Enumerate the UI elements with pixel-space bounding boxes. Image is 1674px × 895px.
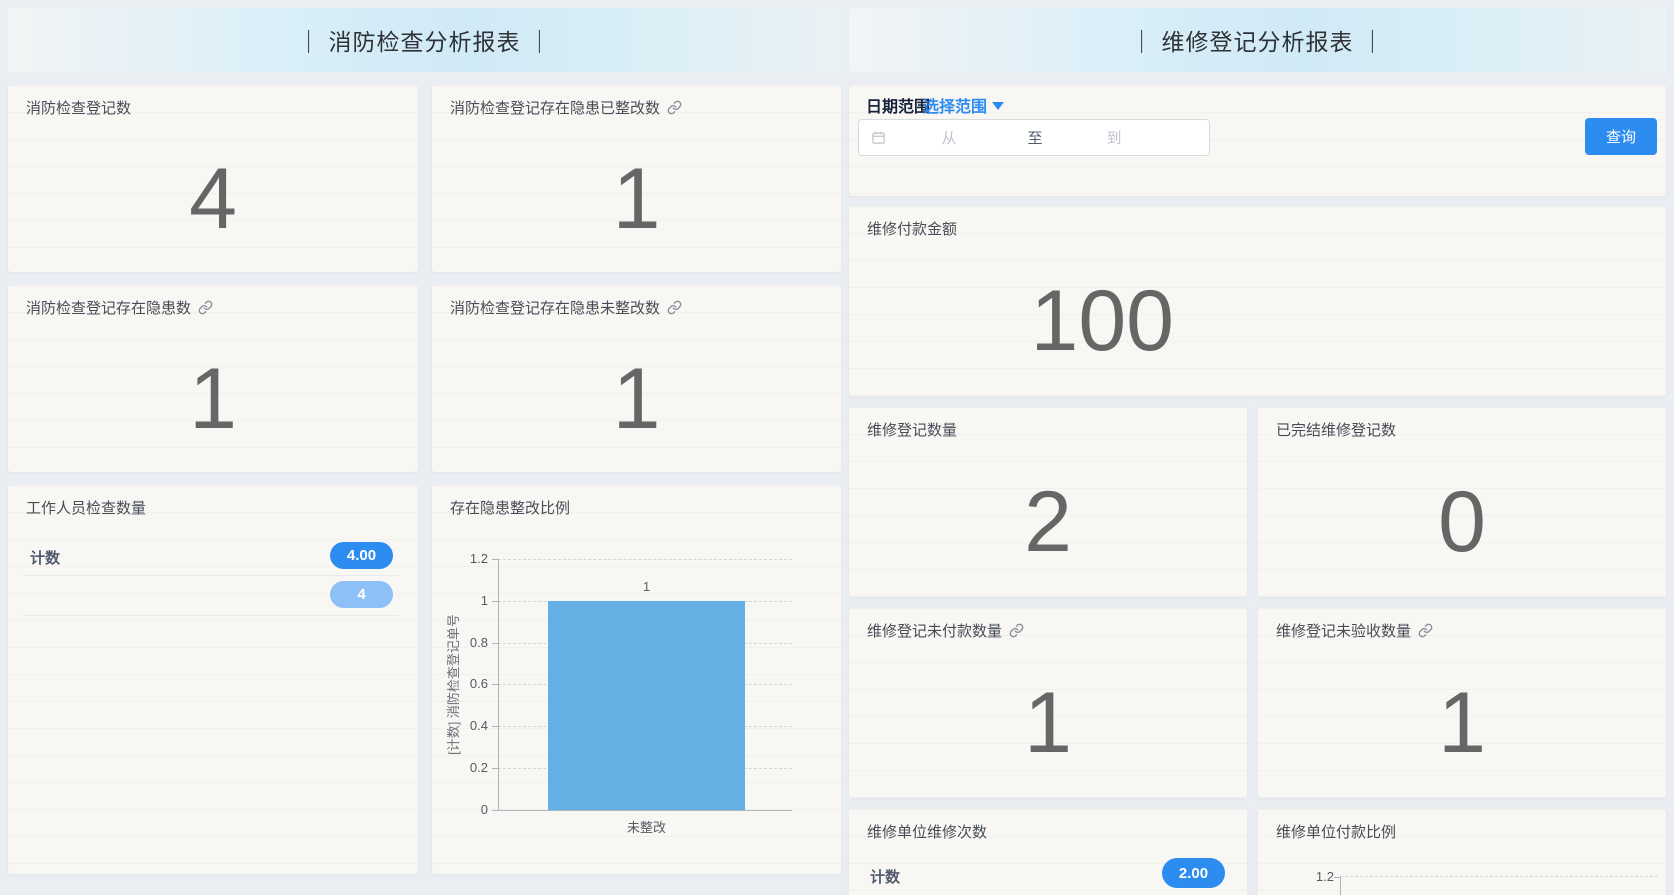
calendar-icon <box>871 130 886 150</box>
unaccepted-repair-count-value: 1 <box>1258 648 1666 798</box>
tick-mark <box>492 726 498 727</box>
fire-report-title: ｜ 消防检查分析报表 ｜ <box>297 23 552 57</box>
date-range-label: 日期范围 <box>866 93 930 117</box>
link-icon[interactable] <box>1009 623 1024 638</box>
completed-repair-count-card: 已完结维修登记数 0 <box>1258 407 1666 597</box>
dashboard: ｜ 消防检查分析报表 ｜ 消防检查登记数 4 消防检查登记存在隐患已整改数 1 … <box>0 0 1674 895</box>
card-title: 维修单位维修次数 <box>867 821 987 842</box>
repair-registration-count-value: 2 <box>849 447 1247 597</box>
tick-mark <box>492 643 498 644</box>
link-icon[interactable] <box>198 300 213 315</box>
y-tick: 1.2 <box>1290 868 1334 886</box>
y-axis <box>498 559 499 811</box>
count-badge: 2.00 <box>1162 858 1225 888</box>
repair-report-header: ｜ 维修登记分析报表 ｜ <box>849 8 1666 72</box>
card-title: 维修登记数量 <box>867 419 957 440</box>
select-range-link[interactable]: 选择范围 <box>923 93 1004 117</box>
y-tick: 0.8 <box>444 634 488 652</box>
y-tick: 1 <box>444 592 488 610</box>
link-icon[interactable] <box>1418 623 1433 638</box>
row-divider <box>22 615 398 616</box>
y-tick: 1.2 <box>444 550 488 568</box>
date-range-input[interactable]: 从 至 到 <box>858 119 1210 156</box>
repair-unit-payment-ratio-card: 维修单位付款比例 1.2 <box>1258 809 1666 895</box>
card-title: 工作人员检查数量 <box>26 497 146 518</box>
hazard-unfixed-count-value: 1 <box>432 325 841 472</box>
repair-registration-count-card: 维修登记数量 2 <box>849 407 1247 597</box>
hazard-count-card: 消防检查登记存在隐患数 1 <box>8 285 418 472</box>
staff-check-count-card: 工作人员检查数量 计数 4.00 4 <box>8 485 418 874</box>
y-tick: 0 <box>444 801 488 819</box>
hazard-unfixed-count-card: 消防检查登记存在隐患未整改数 1 <box>432 285 841 472</box>
card-title: 维修登记未验收数量 <box>1276 620 1433 641</box>
date-separator: 至 <box>1005 120 1065 155</box>
card-title: 消防检查登记存在隐患数 <box>26 297 213 318</box>
unpaid-repair-count-value: 1 <box>849 648 1247 798</box>
repair-payment-amount-card: 维修付款金额 100 <box>849 206 1666 396</box>
hazard-fixed-count-value: 1 <box>432 125 841 272</box>
repair-payment-amount-value: 100 <box>849 246 1356 396</box>
tick-mark <box>492 601 498 602</box>
card-title: 已完结维修登记数 <box>1276 419 1396 440</box>
date-filter-card: 日期范围 选择范围 从 至 到 查询 <box>849 85 1666 196</box>
y-axis <box>1340 877 1341 895</box>
count-badge: 4.00 <box>330 542 393 569</box>
hazard-ratio-chart-card: 存在隐患整改比例 [计数] 消防检查登记单号 1.2 1 0.8 0.6 0.4… <box>432 485 841 874</box>
fire-inspection-count-value: 4 <box>8 125 418 272</box>
y-tick: 0.6 <box>444 675 488 693</box>
chevron-down-icon <box>992 102 1004 110</box>
bar-unfixed <box>548 601 745 810</box>
chart-title: 维修单位付款比例 <box>1276 821 1396 842</box>
unaccepted-repair-count-card: 维修登记未验收数量 1 <box>1258 608 1666 798</box>
gridline <box>498 559 792 560</box>
date-to-placeholder: 到 <box>1084 120 1144 155</box>
link-icon[interactable] <box>667 300 682 315</box>
tick-mark <box>492 768 498 769</box>
search-button[interactable]: 查询 <box>1585 118 1657 155</box>
date-from-placeholder: 从 <box>919 120 979 155</box>
repair-report-title: ｜ 维修登记分析报表 ｜ <box>1130 23 1385 57</box>
hazard-fixed-count-card: 消防检查登记存在隐患已整改数 1 <box>432 85 841 272</box>
link-icon[interactable] <box>667 100 682 115</box>
card-title: 维修付款金额 <box>867 218 957 239</box>
repair-unit-count-card: 维修单位维修次数 计数 2.00 <box>849 809 1247 895</box>
row-divider <box>22 575 398 576</box>
tick-mark <box>492 559 498 560</box>
hazard-count-value: 1 <box>8 325 418 472</box>
fire-report-header: ｜ 消防检查分析报表 ｜ <box>8 8 841 72</box>
x-axis <box>498 810 792 811</box>
chart-title: 存在隐患整改比例 <box>450 497 570 518</box>
completed-repair-count-value: 0 <box>1258 447 1666 597</box>
count-row-label: 计数 <box>30 547 60 568</box>
count-badge-secondary: 4 <box>330 581 393 608</box>
unpaid-repair-count-card: 维修登记未付款数量 1 <box>849 608 1247 798</box>
bar-value-label: 1 <box>548 579 745 594</box>
card-title: 维修登记未付款数量 <box>867 620 1024 641</box>
gridline <box>1340 876 1658 877</box>
card-title: 消防检查登记数 <box>26 97 131 118</box>
x-category-label: 未整改 <box>548 817 745 836</box>
y-tick: 0.4 <box>444 717 488 735</box>
count-row-label: 计数 <box>870 866 900 887</box>
y-tick: 0.2 <box>444 759 488 777</box>
card-title: 消防检查登记存在隐患已整改数 <box>450 97 682 118</box>
tick-mark <box>492 684 498 685</box>
tick-mark <box>492 810 498 811</box>
fire-inspection-count-card: 消防检查登记数 4 <box>8 85 418 272</box>
card-title: 消防检查登记存在隐患未整改数 <box>450 297 682 318</box>
